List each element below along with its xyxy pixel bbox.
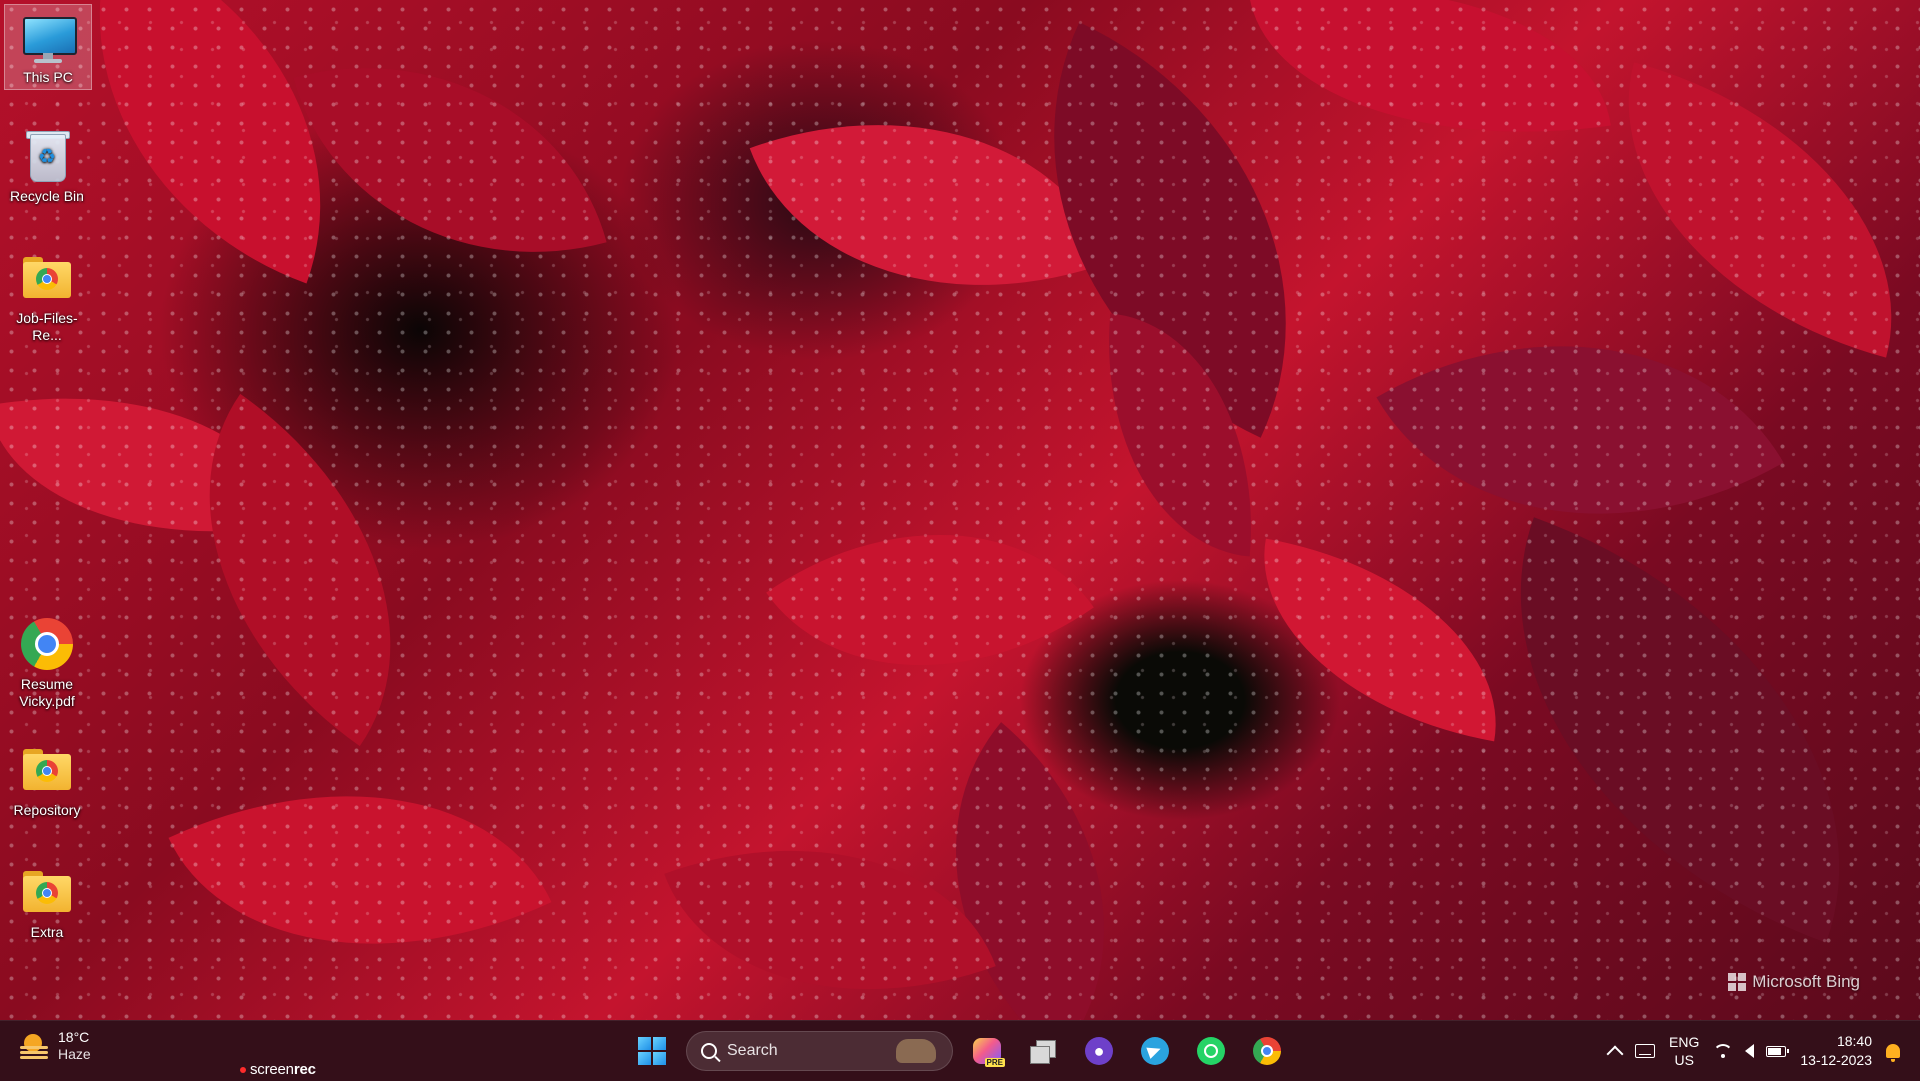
whatsapp-icon (1197, 1037, 1225, 1065)
weather-condition: Haze (58, 1046, 91, 1062)
desktop-icon-extra[interactable]: Extra (4, 860, 90, 944)
copilot-icon: PRE (973, 1038, 1005, 1067)
language-indicator[interactable]: ENG US (1669, 1033, 1699, 1069)
taskbar-center: Search PRE ● (630, 1029, 1289, 1073)
desktop-icon-this-pc[interactable]: This PC (4, 4, 92, 90)
desktop-icon-repository[interactable]: Repository (4, 738, 90, 822)
bing-logo-icon (1728, 973, 1747, 991)
clock-date: 13-12-2023 (1800, 1052, 1872, 1068)
clock-time: 18:40 (1836, 1033, 1872, 1049)
language-code: ENG (1669, 1034, 1700, 1050)
folder-icon (18, 866, 76, 922)
desktop-icon-recycle-bin[interactable]: ♻ Recycle Bin (4, 124, 90, 208)
dew-texture (0, 0, 1920, 1020)
weather-widget[interactable]: 18°C Haze (18, 1029, 91, 1063)
desktop-icon-label: Recycle Bin (10, 188, 84, 204)
chrome-icon (18, 618, 76, 674)
taskbar-app-whatsapp[interactable] (1189, 1029, 1233, 1073)
desktop-icon-job-files[interactable]: Job-Files-Re... (4, 246, 90, 347)
desktop-wallpaper (0, 0, 1920, 1020)
taskbar-app-github[interactable]: ● (1077, 1029, 1121, 1073)
start-button[interactable] (630, 1029, 674, 1073)
desktop-icon-resume[interactable]: Resume Vicky.pdf (4, 612, 90, 713)
this-pc-icon (19, 11, 77, 67)
screenrec-watermark: screenrec (240, 1061, 316, 1078)
bing-watermark-text: Microsoft Bing (1752, 972, 1860, 991)
folder-icon (18, 252, 76, 308)
screenrec-brand-b: rec (293, 1061, 316, 1078)
desktop-icon-label: This PC (23, 69, 73, 85)
folder-icon (18, 744, 76, 800)
recycle-bin-icon: ♻ (18, 130, 76, 186)
taskbar-search[interactable]: Search (686, 1031, 953, 1071)
quick-settings[interactable] (1713, 1044, 1790, 1058)
desktop-icon-label: Extra (30, 924, 64, 940)
desktop-icon-label: Job-Files-Re... (16, 310, 78, 343)
taskbar-app-chrome[interactable] (1245, 1029, 1289, 1073)
windows-start-icon (638, 1037, 666, 1065)
taskbar-app-task-view[interactable] (1021, 1029, 1065, 1073)
preview-badge: PRE (984, 1058, 1005, 1067)
task-view-icon (1030, 1040, 1056, 1064)
battery-icon (1766, 1045, 1790, 1057)
github-desktop-icon: ● (1085, 1037, 1113, 1065)
desktop-icon-label: Repository (13, 802, 81, 818)
search-highlight-icon (896, 1039, 936, 1063)
search-icon (701, 1043, 717, 1059)
weather-temperature: 18°C (58, 1029, 90, 1045)
notifications-bell-icon[interactable] (1886, 1044, 1900, 1062)
wifi-icon (1713, 1044, 1734, 1058)
volume-icon (1745, 1044, 1755, 1058)
bing-watermark: Microsoft Bing (1728, 972, 1860, 992)
taskbar: 18°C Haze screenrec Search PRE ● ENG US … (0, 1020, 1920, 1081)
language-region: US (1674, 1052, 1694, 1068)
recording-dot-icon (240, 1067, 246, 1074)
search-placeholder: Search (727, 1042, 778, 1059)
taskbar-app-copilot[interactable]: PRE (965, 1029, 1009, 1073)
screenrec-brand-a: screen (250, 1061, 294, 1078)
battery-level (1768, 1047, 1782, 1055)
haze-weather-icon (18, 1030, 50, 1062)
clock[interactable]: 18:40 13-12-2023 (1800, 1032, 1872, 1070)
system-tray: ENG US 18:40 13-12-2023 (1606, 1021, 1900, 1081)
desktop-icon-label: Resume Vicky.pdf (19, 676, 75, 709)
chrome-icon (1253, 1037, 1281, 1065)
taskbar-app-telegram[interactable] (1133, 1029, 1177, 1073)
show-hidden-icons-chevron-icon[interactable] (1606, 1045, 1624, 1063)
touch-keyboard-icon[interactable] (1635, 1044, 1656, 1058)
telegram-icon (1141, 1037, 1169, 1065)
